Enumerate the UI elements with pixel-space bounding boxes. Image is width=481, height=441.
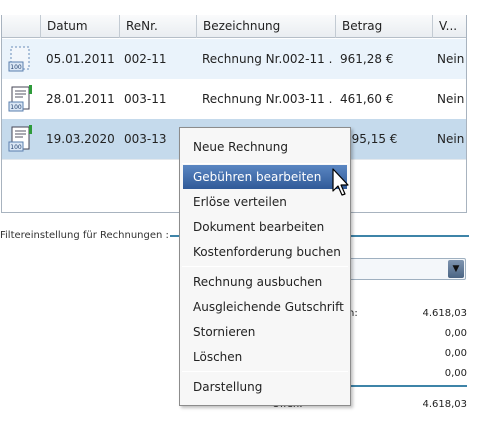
table-header: Datum ReNr. Bezeichnung Betrag V... — [2, 15, 466, 38]
summary-value-2: 0,00 — [444, 328, 467, 339]
invoice-draft-icon: 100 — [8, 46, 30, 72]
cell-datum: 05.01.2011 — [46, 52, 115, 66]
menu-item-ausgleichende-gutschrift[interactable]: Ausgleichende Gutschrift — [183, 295, 347, 319]
menu-separator — [182, 163, 348, 164]
svg-text:100: 100 — [10, 144, 22, 151]
column-header-icon[interactable] — [2, 15, 40, 38]
cell-v: Nein — [437, 92, 465, 106]
invoice-document-icon: 100 — [8, 85, 32, 112]
cell-renr: 003-11 — [124, 92, 167, 106]
cell-datum: 28.01.2011 — [46, 92, 115, 106]
cell-betrag: 195,15 € — [344, 132, 398, 146]
menu-item-loeschen[interactable]: Löschen — [183, 345, 347, 369]
chevron-down-icon[interactable]: ▼ — [448, 260, 464, 278]
cell-betrag: 961,28 € — [340, 52, 394, 66]
menu-item-neue-rechnung[interactable]: Neue Rechnung — [183, 135, 347, 159]
column-header-renr[interactable]: ReNr. — [119, 15, 196, 38]
filter-label: Filtereinstellung für Rechnungen : — [0, 230, 169, 241]
column-header-bezeichnung[interactable]: Bezeichnung — [196, 15, 335, 38]
svg-text:100: 100 — [10, 64, 22, 71]
menu-separator — [182, 266, 348, 267]
cell-renr: 003-13 — [124, 132, 167, 146]
summary-value-4: 0,00 — [444, 368, 467, 379]
menu-item-gebuehren-bearbeiten[interactable]: Gebühren bearbeiten — [183, 165, 347, 189]
cell-datum: 19.03.2020 — [46, 132, 115, 146]
cell-v: Nein — [437, 132, 465, 146]
summary-value-1: 4.618,03 — [422, 308, 467, 319]
cell-bezeichnung: Rechnung Nr.002-11 ... — [202, 52, 332, 66]
menu-item-kostenforderung-buchen[interactable]: Kostenforderung buchen — [183, 240, 347, 264]
summary-value-3: 0,00 — [444, 348, 467, 359]
filter-dropdown[interactable]: ▼ — [340, 258, 466, 280]
summary-total-value: 4.618,03 — [422, 399, 467, 410]
menu-separator — [182, 371, 348, 372]
cell-bezeichnung: Rechnung Nr.003-11 ... — [202, 92, 332, 106]
svg-text:100: 100 — [10, 104, 22, 111]
invoice-document-icon: 100 — [8, 125, 32, 152]
mouse-pointer-icon — [332, 168, 349, 196]
menu-item-stornieren[interactable]: Stornieren — [183, 320, 347, 344]
cell-renr: 002-11 — [124, 52, 167, 66]
menu-item-erloese-verteilen[interactable]: Erlöse verteilen — [183, 190, 347, 214]
summary-divider — [340, 385, 467, 387]
cell-v: Nein — [437, 52, 465, 66]
menu-item-dokument-bearbeiten[interactable]: Dokument bearbeiten — [183, 215, 347, 239]
column-header-betrag[interactable]: Betrag — [335, 15, 432, 38]
menu-item-darstellung[interactable]: Darstellung — [183, 375, 347, 399]
column-header-v[interactable]: V... — [432, 15, 466, 38]
menu-item-rechnung-ausbuchen[interactable]: Rechnung ausbuchen — [183, 270, 347, 294]
column-header-datum[interactable]: Datum — [40, 15, 119, 38]
cell-betrag: 461,60 € — [340, 92, 394, 106]
context-menu: Neue Rechnung Gebühren bearbeiten Erlöse… — [179, 127, 351, 406]
table-row[interactable]: 100 28.01.2011 003-11 Rechnung Nr.003-11… — [2, 79, 466, 119]
table-row[interactable]: 100 05.01.2011 002-11 Rechnung Nr.002-11… — [2, 39, 466, 79]
